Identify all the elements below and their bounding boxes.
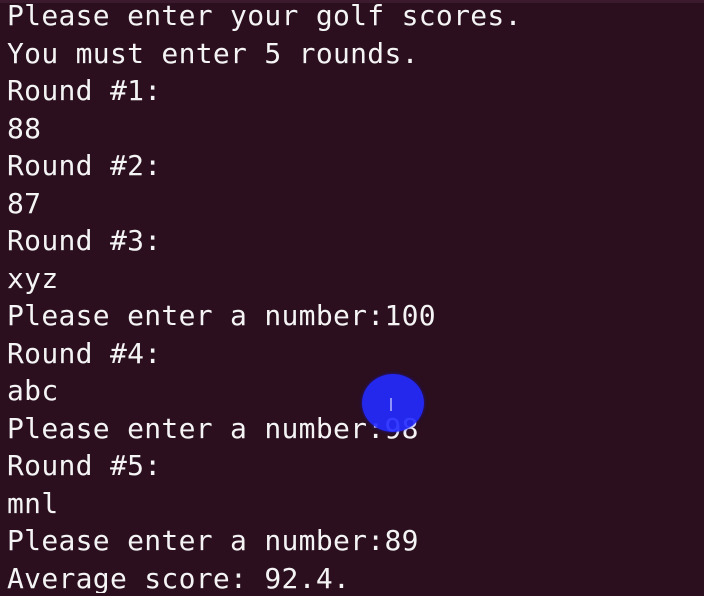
terminal-line: Average score: 92.4.: [7, 561, 351, 594]
terminal-window[interactable]: Please enter your golf scores. You must …: [0, 0, 704, 596]
terminal-line: Round #5:: [7, 449, 162, 482]
mouse-highlight-circle: [362, 374, 424, 432]
terminal-line: Please enter a number:89: [7, 524, 419, 557]
terminal-line: 87: [7, 186, 42, 220]
terminal-line: 88: [7, 111, 42, 145]
mouse-pointer-icon: [390, 398, 392, 411]
terminal-line: Please enter a number:98: [7, 411, 419, 445]
terminal-line: abc: [7, 374, 59, 407]
terminal-line: mnl: [7, 486, 59, 520]
terminal-line: Please enter your golf scores.: [7, 0, 522, 32]
terminal-line: Round #4:: [7, 336, 162, 370]
terminal-output[interactable]: Please enter your golf scores. You must …: [7, 0, 697, 593]
terminal-line: Round #2:: [7, 149, 162, 182]
terminal-line: Please enter a number:100: [7, 299, 436, 332]
terminal-line: You must enter 5 rounds.: [7, 36, 419, 70]
terminal-line: Round #1:: [7, 74, 162, 107]
terminal-line: xyz: [7, 261, 59, 295]
terminal-line: Round #3:: [7, 224, 162, 257]
